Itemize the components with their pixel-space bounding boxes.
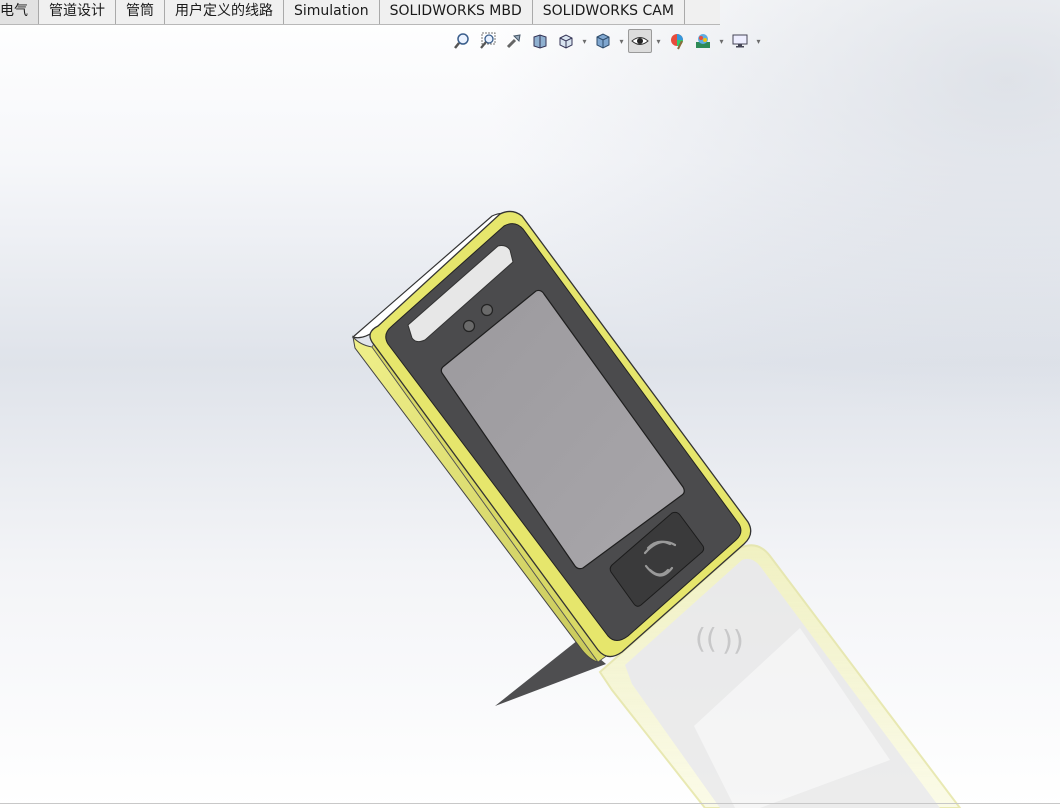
tab-piping[interactable]: 管道设计 bbox=[39, 0, 116, 24]
section-view-icon[interactable] bbox=[528, 29, 552, 53]
hide-show-items-icon[interactable] bbox=[628, 29, 652, 53]
chevron-down-icon[interactable]: ▾ bbox=[580, 29, 589, 53]
tab-user-defined-routing[interactable]: 用户定义的线路 bbox=[165, 0, 284, 24]
display-style-icon[interactable] bbox=[591, 29, 615, 53]
edit-appearance-icon[interactable] bbox=[665, 29, 689, 53]
device-3d-model[interactable]: (( )) bbox=[0, 0, 1060, 808]
tab-tubing[interactable]: 管筒 bbox=[116, 0, 165, 24]
chevron-down-icon[interactable]: ▾ bbox=[717, 29, 726, 53]
zoom-to-area-icon[interactable] bbox=[476, 29, 500, 53]
svg-text:((: (( bbox=[695, 622, 717, 655]
apply-scene-icon[interactable] bbox=[691, 29, 715, 53]
chevron-down-icon[interactable]: ▾ bbox=[754, 29, 763, 53]
tab-electrical[interactable]: 电气 bbox=[0, 0, 39, 24]
view-orientation-icon[interactable] bbox=[554, 29, 578, 53]
tab-simulation[interactable]: Simulation bbox=[284, 0, 380, 24]
zoom-to-fit-icon[interactable] bbox=[450, 29, 474, 53]
command-manager-tabs: 电气 管道设计 管筒 用户定义的线路 Simulation SOLIDWORKS… bbox=[0, 0, 720, 25]
tab-solidworks-mbd[interactable]: SOLIDWORKS MBD bbox=[379, 0, 533, 24]
chevron-down-icon[interactable]: ▾ bbox=[654, 29, 663, 53]
svg-text:)): )) bbox=[722, 624, 744, 657]
chevron-down-icon[interactable]: ▾ bbox=[617, 29, 626, 53]
camera-lens-right bbox=[480, 303, 494, 317]
camera-lens-left bbox=[462, 319, 476, 333]
tab-solidworks-cam[interactable]: SOLIDWORKS CAM bbox=[532, 0, 685, 24]
viewport-bottom-border bbox=[0, 803, 1060, 804]
previous-view-icon[interactable] bbox=[502, 29, 526, 53]
heads-up-view-toolbar: ▾ ▾ ▾ ▾ ▾ bbox=[450, 28, 763, 54]
view-settings-icon[interactable] bbox=[728, 29, 752, 53]
